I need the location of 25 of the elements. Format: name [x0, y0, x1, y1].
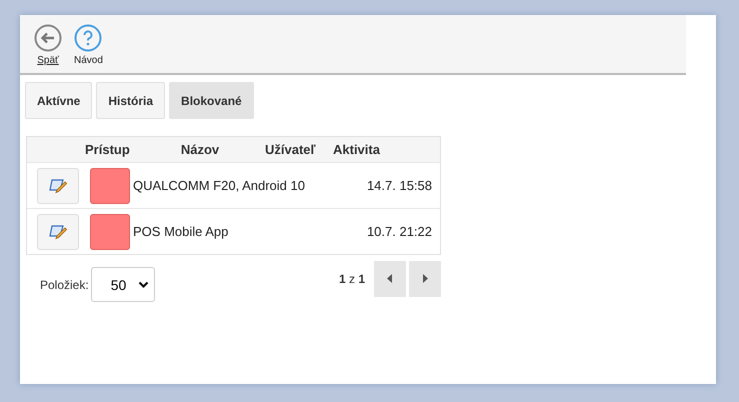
back-button[interactable]: Späť: [34, 24, 62, 73]
table-cell-text: 14.7. 15:58: [366, 178, 433, 193]
edit-button[interactable]: [37, 168, 79, 204]
column-header: Aktivita: [332, 142, 381, 157]
back-icon: [34, 24, 62, 52]
chevron-icon: [138, 280, 149, 288]
tab[interactable]: Blokované: [169, 82, 254, 119]
page-size-select[interactable]: 50: [90, 267, 155, 302]
triangle-left-icon: [387, 274, 393, 283]
column-header: Užívateľ: [265, 142, 317, 157]
table-cell-text: POS Mobile App: [133, 224, 230, 239]
page-size-label: Položiek:: [40, 278, 89, 292]
column-header: Názov: [180, 142, 220, 157]
edit-icon: [49, 178, 67, 194]
edit-icon: [49, 224, 67, 240]
column-header: Prístup: [85, 142, 131, 157]
tab[interactable]: Aktívne: [25, 82, 92, 119]
tab[interactable]: História: [96, 82, 166, 119]
help-button[interactable]: Návod: [74, 24, 103, 73]
triangle-right-icon: [422, 274, 428, 283]
table-cell-text: 10.7. 21:22: [366, 224, 433, 239]
page-indicator: 1 z 1: [338, 272, 365, 286]
edit-button[interactable]: [37, 214, 79, 250]
help-icon: [74, 24, 102, 52]
table-cell-text: QUALCOMM F20, Android 10: [133, 178, 306, 193]
